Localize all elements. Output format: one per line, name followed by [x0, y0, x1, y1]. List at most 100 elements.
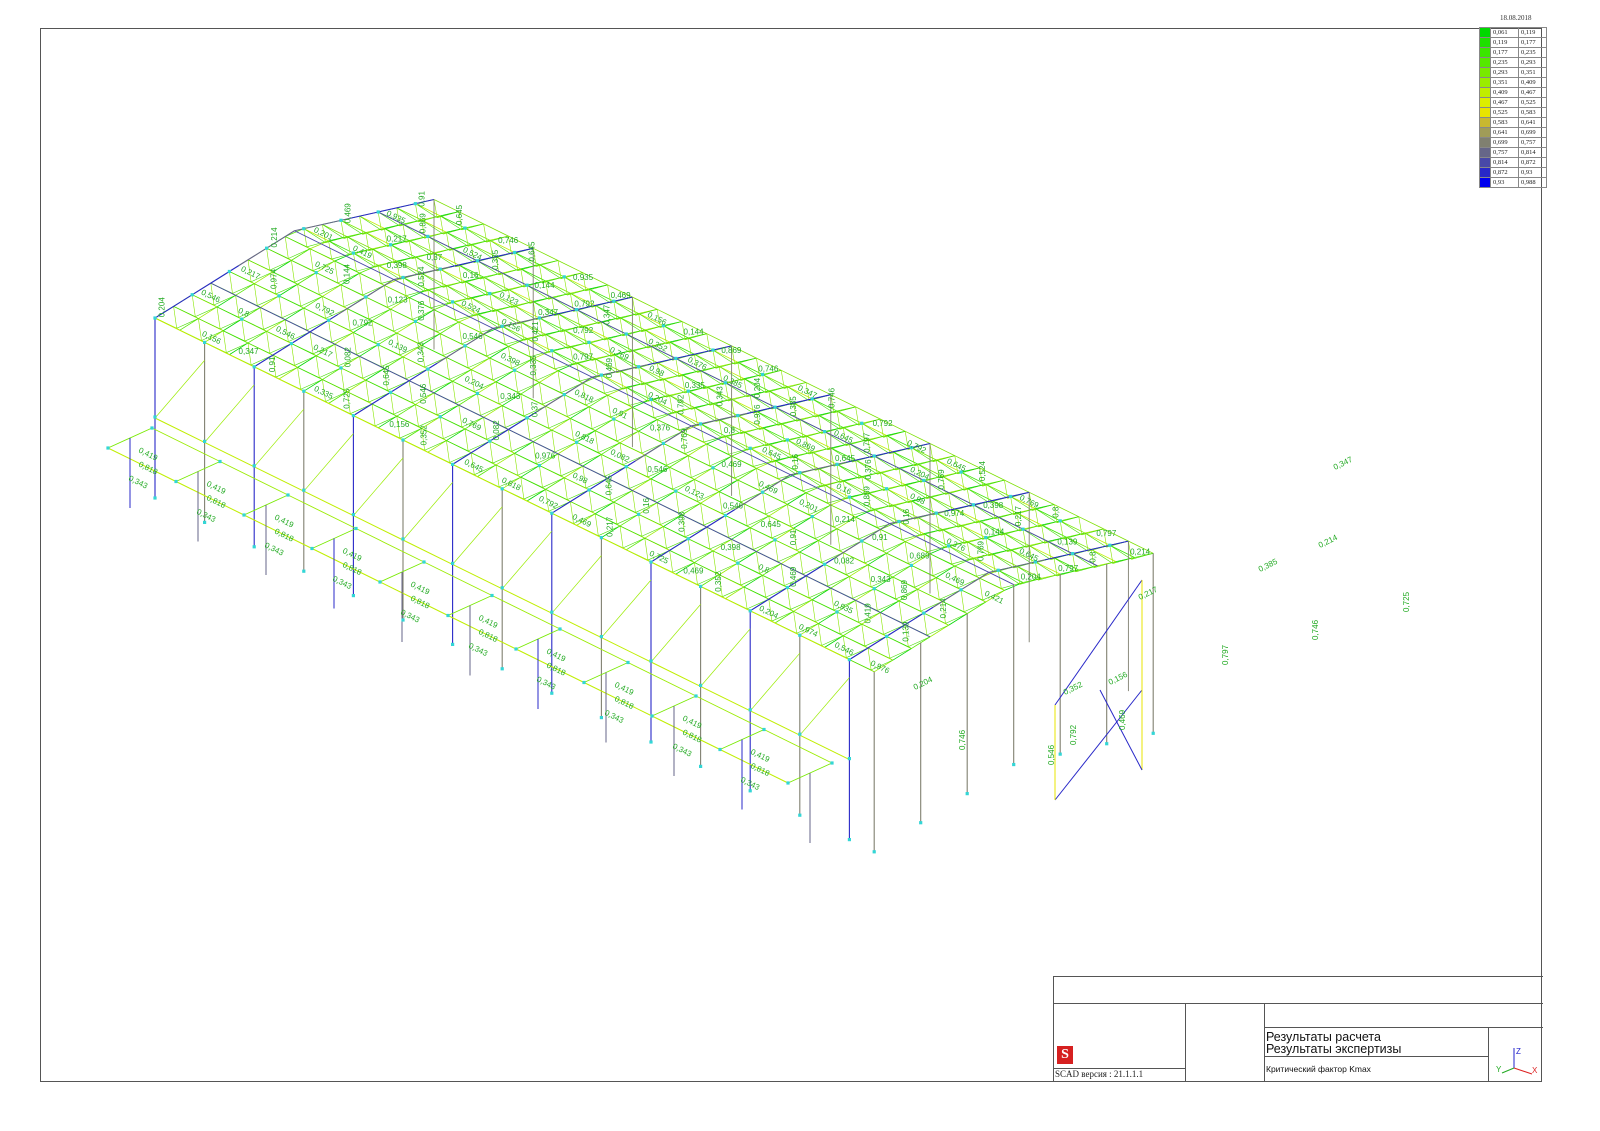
member-line [269, 260, 292, 271]
member-line [390, 244, 413, 260]
member-line [877, 600, 900, 611]
member-line [154, 317, 205, 343]
member-value-label: 0,217 [312, 343, 334, 360]
member-line [297, 355, 317, 368]
structure-node [562, 393, 566, 397]
member-value-label: 0,792 [677, 394, 686, 415]
member-line [334, 252, 354, 262]
structure-node [575, 308, 579, 312]
member-value-label: 0,91 [268, 356, 277, 372]
member-line [753, 539, 776, 550]
member-line [718, 491, 723, 514]
member-line [359, 356, 363, 379]
member-line [514, 370, 518, 393]
structure-node [451, 300, 455, 304]
member-line [632, 478, 652, 491]
member-line [985, 537, 1008, 552]
member-line [861, 624, 866, 647]
member-value-label: 0,123 [498, 290, 520, 307]
member-line [517, 465, 540, 476]
member-line [1053, 557, 1058, 577]
member-line [619, 317, 642, 332]
member-value-label: 0,976 [869, 659, 891, 676]
member-value-label: 0,524 [461, 245, 483, 262]
structure-node [686, 389, 690, 393]
member-line [712, 550, 735, 562]
member-value-label: 0,343 [871, 575, 892, 584]
member-line [669, 341, 692, 357]
structure-node [500, 667, 504, 671]
member-line [557, 260, 562, 279]
member-line [842, 623, 863, 637]
member-value-label: 0,469 [571, 512, 593, 529]
member-line [266, 247, 289, 259]
member-line [365, 296, 370, 319]
member-line [687, 391, 692, 410]
member-line [688, 455, 711, 467]
member-line [247, 330, 267, 344]
member-line [768, 504, 788, 517]
structure-node [847, 838, 851, 842]
member-line [737, 563, 742, 586]
member-value-label: 0,214 [1130, 547, 1151, 556]
member-line [418, 333, 441, 344]
structure-node [389, 243, 393, 247]
structure-node [426, 234, 430, 238]
member-line [477, 393, 481, 416]
member-line [1059, 520, 1064, 540]
member-line [588, 406, 611, 418]
member-line [179, 318, 199, 331]
member-line [545, 477, 565, 490]
coordinate-axes-icon: Z Y X [1496, 1047, 1538, 1075]
member-line [905, 541, 928, 553]
member-value-label: 0,139 [901, 621, 910, 642]
member-line [430, 380, 453, 392]
member-line [222, 330, 227, 353]
structure-node [612, 417, 616, 421]
member-value-label: 0,217 [1014, 505, 1023, 526]
member-line [650, 399, 655, 418]
member-value-label: 0,156 [389, 420, 410, 429]
member-line [508, 429, 512, 452]
member-line [706, 333, 711, 352]
member-line [501, 272, 506, 292]
member-line [260, 295, 280, 308]
member-line [830, 576, 850, 589]
member-line [294, 272, 317, 283]
member-line [362, 368, 385, 379]
structure-node [475, 391, 479, 396]
member-line [818, 611, 838, 624]
member-line [781, 423, 804, 438]
member-line [669, 455, 689, 468]
member-value-label: 0,156 [500, 317, 522, 334]
member-line [632, 490, 636, 513]
member-line [691, 550, 714, 561]
member-line [409, 289, 428, 298]
member-line [427, 440, 447, 453]
structure-node [426, 367, 430, 371]
member-line [613, 418, 618, 441]
member-line [309, 248, 332, 260]
member-line [774, 407, 779, 426]
member-line [663, 378, 686, 394]
structure-node [860, 539, 864, 543]
member-line [892, 565, 912, 578]
member-line [706, 443, 729, 455]
member-line [638, 366, 642, 385]
member-line [855, 516, 878, 528]
structure-node [277, 294, 281, 298]
member-value-label: 0,385 [1257, 557, 1279, 574]
structure-node [401, 438, 405, 442]
member-line [737, 362, 742, 381]
member-line [625, 537, 646, 551]
member-line [567, 406, 590, 417]
structure-node [909, 563, 913, 567]
member-line [818, 468, 841, 483]
member-line [594, 418, 615, 431]
member-line [700, 685, 751, 712]
member-value-label: 0,469 [944, 571, 966, 588]
member-line [768, 390, 773, 410]
structure-node [302, 569, 306, 573]
member-line [827, 576, 850, 587]
member-value-label: 0,335 [491, 249, 500, 270]
